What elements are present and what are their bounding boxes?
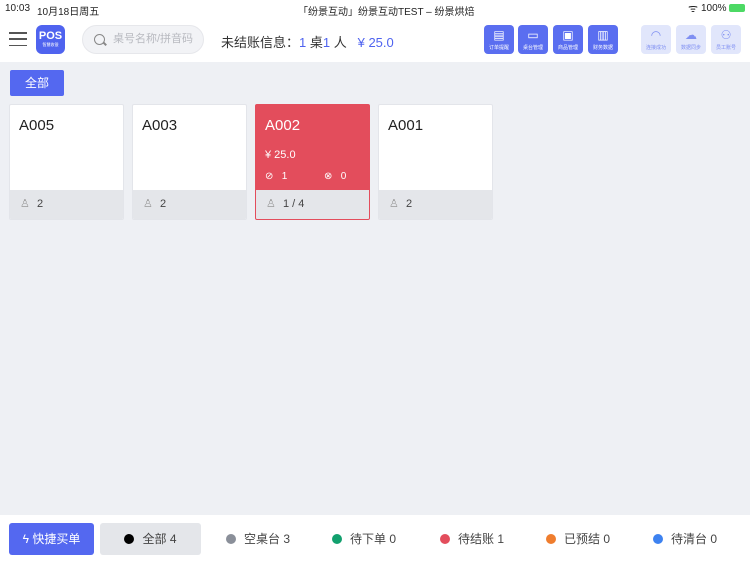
filter-pre-settled[interactable]: 已预结 0 bbox=[546, 523, 610, 555]
connection-status-button[interactable]: ◠ 连接成功 bbox=[641, 25, 671, 54]
check-circle-icon: ⊘ bbox=[265, 171, 274, 182]
app-title: 「纷景互动」纷景互动TEST – 纷景烘焙 bbox=[298, 7, 475, 18]
search-input[interactable]: 桌号名称/拼音码 bbox=[82, 25, 204, 54]
wifi-icon: ◠ bbox=[650, 28, 662, 42]
finance-icon: ▥ bbox=[597, 28, 609, 42]
battery-level: 100% bbox=[701, 3, 727, 14]
pos-logo: POS 智慧收银 bbox=[36, 25, 65, 54]
filter-pending-order[interactable]: 待下单 0 bbox=[332, 523, 396, 555]
wifi-icon: ᯤ bbox=[688, 3, 699, 15]
cancel-circle-icon: ⊗ bbox=[324, 171, 333, 182]
status-filter-bar: ϟ 快捷买单 全部 4 空桌台 3 待下单 0 待结账 1 已预结 0 待清台 … bbox=[0, 515, 750, 563]
cloud-sync-icon: ☁ bbox=[685, 28, 697, 42]
person-icon: ♙ bbox=[20, 198, 30, 210]
status-dot bbox=[226, 534, 236, 544]
data-sync-button[interactable]: ☁ 数据同步 bbox=[676, 25, 706, 54]
date: 10月18日周五 bbox=[37, 7, 100, 18]
user-icon: ⚇ bbox=[720, 28, 732, 42]
status-dot bbox=[332, 534, 342, 544]
status-dot bbox=[546, 534, 556, 544]
area-filter-all[interactable]: 全部 bbox=[10, 70, 64, 96]
filter-pending-checkout[interactable]: 待结账 1 bbox=[440, 523, 504, 555]
header: POS 智慧收银 桌号名称/拼音码 未结账信息：1 桌1 人 ¥ 25.0 ▤ 订单… bbox=[0, 17, 750, 62]
goods-icon: ▣ bbox=[562, 28, 574, 42]
status-dot bbox=[124, 534, 135, 544]
order-reminder-button[interactable]: ▤ 订单提醒 bbox=[484, 25, 514, 54]
menu-icon[interactable] bbox=[9, 32, 27, 46]
person-icon: ♙ bbox=[266, 198, 276, 210]
status-dot bbox=[440, 534, 450, 544]
goods-management-button[interactable]: ▣ 商品管理 bbox=[553, 25, 583, 54]
table-management-button[interactable]: ▭ 桌台管理 bbox=[518, 25, 548, 54]
filter-pending-clean[interactable]: 待清台 0 bbox=[653, 523, 717, 555]
table-card[interactable]: A001 ♙ 2 bbox=[378, 104, 493, 220]
quick-order-button[interactable]: ϟ 快捷买单 bbox=[9, 523, 94, 555]
status-bar: 10:03 10月18日周五 「纷景互动」纷景互动TEST – 纷景烘焙 ᯤ 1… bbox=[0, 0, 750, 18]
order-icon: ▤ bbox=[493, 28, 505, 42]
unpaid-info: 未结账信息：1 桌1 人 ¥ 25.0 bbox=[221, 35, 394, 50]
person-icon: ♙ bbox=[143, 198, 153, 210]
finance-data-button[interactable]: ▥ 财务数据 bbox=[588, 25, 618, 54]
filter-all[interactable]: 全部 4 bbox=[100, 523, 201, 555]
lightning-icon: ϟ bbox=[22, 532, 29, 546]
battery-icon bbox=[729, 4, 745, 12]
staff-account-button[interactable]: ⚇ 员工账号 bbox=[711, 25, 741, 54]
person-icon: ♙ bbox=[389, 198, 399, 210]
status-dot bbox=[653, 534, 663, 544]
table-card[interactable]: A005 ♙ 2 bbox=[9, 104, 124, 220]
table-card[interactable]: A003 ♙ 2 bbox=[132, 104, 247, 220]
filter-empty[interactable]: 空桌台 3 bbox=[226, 523, 290, 555]
table-card-occupied[interactable]: A002 ¥ 25.0 ⊘ 1 ⊗ 0 ♙ 1 / 4 bbox=[255, 104, 370, 220]
search-icon bbox=[94, 34, 105, 45]
table-icon: ▭ bbox=[527, 28, 539, 42]
time: 10:03 bbox=[5, 3, 31, 14]
